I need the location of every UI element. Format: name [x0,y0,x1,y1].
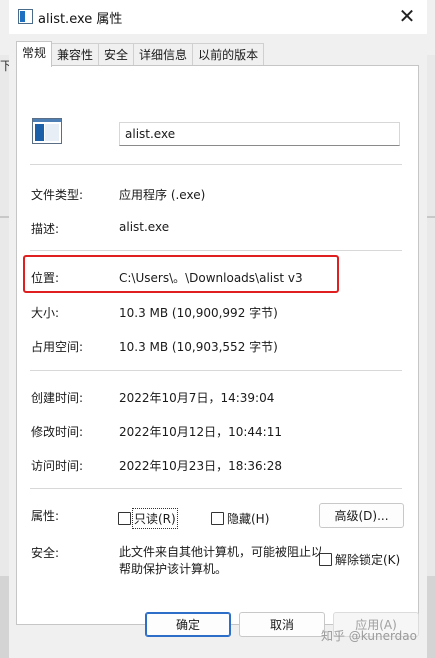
general-panel: 文件类型: 应用程序 (.exe) 描述: alist.exe 位置: C:\U… [16,65,419,625]
hidden-checkbox-label: 隐藏(H) [227,512,270,526]
attributes-label: 属性: [31,509,60,523]
separator [30,250,402,251]
unblock-checkbox[interactable]: 解除锁定(K) [319,551,400,568]
security-label: 安全: [31,546,60,560]
location-value: C:\Users\。\Downloads\alist v3 [119,271,303,285]
properties-window: 下 alist.exe 属性 ✕ 常规 兼容性 安全 详细信息 以前的版本 al… [0,0,435,658]
description-label: 描述: [31,222,60,236]
size-on-disk-label: 占用空间: [31,340,84,354]
tab-strip: 常规 兼容性 安全 详细信息 以前的版本 [16,41,265,67]
background-app-left-bottom [0,576,9,658]
cancel-button[interactable]: 取消 [239,612,325,637]
checkbox-box[interactable] [319,553,332,566]
accessed-value: 2022年10月23日，18:36:28 [119,459,282,473]
description-value: alist.exe [119,220,170,234]
title-bar[interactable]: alist.exe 属性 ✕ [9,0,427,34]
tab-general[interactable]: 常规 [16,41,53,67]
unblock-checkbox-label: 解除锁定(K) [335,553,401,567]
created-label: 创建时间: [31,391,84,405]
modified-value: 2022年10月12日，10:44:11 [119,425,282,439]
tab-details[interactable]: 详细信息 [133,43,194,66]
exe-file-icon [32,118,62,144]
file-type-label: 文件类型: [31,188,84,202]
separator [30,164,402,165]
tab-previous-versions[interactable]: 以前的版本 [192,43,265,66]
separator [30,370,402,371]
background-app-divider [0,216,9,218]
file-name-input[interactable] [119,122,400,146]
watermark-text: 知乎 @kunerdao [320,629,417,643]
accessed-label: 访问时间: [31,459,84,473]
background-app-divider-right [427,216,435,218]
advanced-button[interactable]: 高级(D)... [319,503,404,528]
separator [30,488,402,489]
modified-label: 修改时间: [31,425,84,439]
tab-security[interactable]: 安全 [98,43,135,66]
background-app-right-bottom [427,576,435,658]
size-label: 大小: [31,306,60,320]
dialog-body: 常规 兼容性 安全 详细信息 以前的版本 文件类型: 应用程序 (.exe) 描… [9,34,427,658]
checkbox-box[interactable] [211,512,224,525]
window-title: alist.exe 属性 [38,12,123,27]
hidden-checkbox[interactable]: 隐藏(H) [211,510,269,527]
checkbox-box[interactable] [118,512,131,525]
security-warning-text: 此文件来自其他计算机，可能被阻止以帮助保护该计算机。 [119,545,324,576]
close-button[interactable]: ✕ [387,0,427,32]
created-value: 2022年10月7日，14:39:04 [119,391,275,405]
background-app-left [0,55,9,655]
close-icon: ✕ [398,4,416,28]
location-label: 位置: [31,271,60,285]
readonly-checkbox-label: 只读(R) [132,508,178,529]
background-app-right [427,55,435,655]
size-value: 10.3 MB (10,900,992 字节) [119,306,278,320]
size-on-disk-value: 10.3 MB (10,903,552 字节) [119,340,278,354]
readonly-checkbox[interactable]: 只读(R) [118,508,178,529]
ok-button[interactable]: 确定 [145,612,231,637]
file-type-value: 应用程序 (.exe) [119,188,206,202]
app-window-icon [18,9,33,24]
tab-compatibility[interactable]: 兼容性 [51,43,100,66]
